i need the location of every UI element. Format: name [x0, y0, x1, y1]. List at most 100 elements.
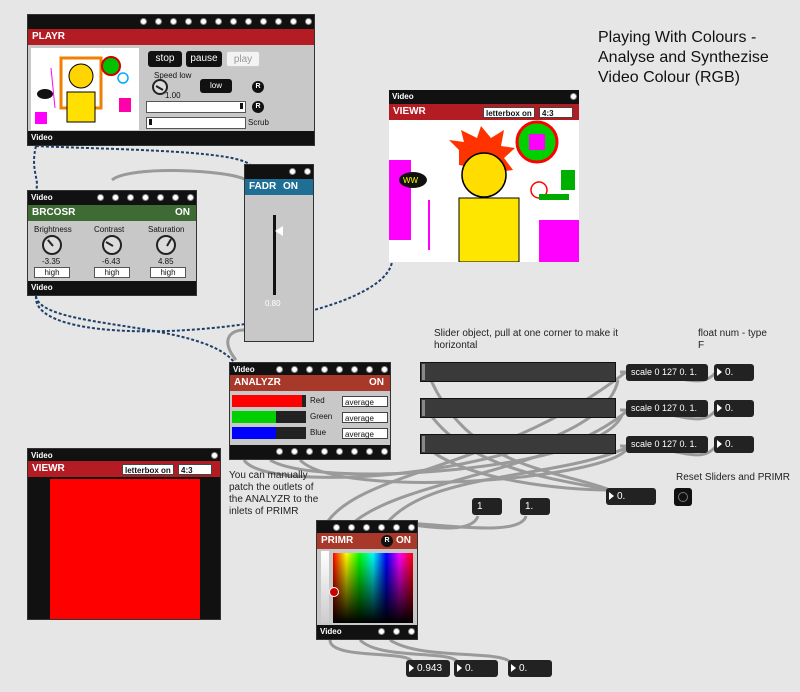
contrast-quality[interactable]: high: [94, 267, 130, 278]
contrast-knob[interactable]: [102, 235, 122, 255]
outlet-port[interactable]: [336, 448, 343, 455]
outlet-port[interactable]: [276, 448, 283, 455]
primr-reset-badge[interactable]: R: [381, 535, 393, 547]
saturation-quality[interactable]: high: [150, 267, 186, 278]
inlet-port[interactable]: [306, 366, 313, 373]
brightness-knob[interactable]: [42, 235, 62, 255]
inlet-port[interactable]: [291, 366, 298, 373]
inlet-port[interactable]: [290, 18, 297, 25]
analysis-mode-dropdown[interactable]: average: [342, 396, 388, 407]
inlet-port[interactable]: [333, 524, 340, 531]
brightness-value: -3.35: [42, 257, 61, 266]
stop-button[interactable]: stop: [148, 51, 182, 67]
inlet-port[interactable]: [366, 366, 373, 373]
scale-object[interactable]: scale 0 127 0. 1.: [626, 436, 708, 453]
brightness-strip[interactable]: [321, 551, 329, 623]
brightness-quality[interactable]: high: [34, 267, 70, 278]
reset-bang-button[interactable]: [674, 488, 692, 506]
fade-slider-thumb[interactable]: [275, 226, 283, 236]
inlet-port[interactable]: [185, 18, 192, 25]
inlet-port[interactable]: [336, 366, 343, 373]
inlet-port[interactable]: [155, 18, 162, 25]
inlet-port[interactable]: [112, 194, 119, 201]
float-number-box[interactable]: 0.943: [406, 660, 450, 677]
inlet-port[interactable]: [127, 194, 134, 201]
outlet-port[interactable]: [306, 448, 313, 455]
scale-object[interactable]: scale 0 127 0. 1.: [626, 400, 708, 417]
green-slider[interactable]: [420, 398, 616, 418]
inlet-port[interactable]: [260, 18, 267, 25]
float-number-box[interactable]: 0.: [714, 400, 754, 417]
color-picker[interactable]: [329, 553, 413, 623]
float-number-box[interactable]: 0.: [454, 660, 498, 677]
low-button[interactable]: low: [200, 79, 232, 93]
brcosr-on-toggle[interactable]: ON: [175, 205, 190, 221]
inlet-port[interactable]: [378, 524, 385, 531]
reset-slider-badge[interactable]: R: [252, 101, 264, 113]
primr-on-toggle[interactable]: ON: [396, 533, 411, 549]
inlet-port[interactable]: [348, 524, 355, 531]
video-inlet-label: Video: [233, 365, 255, 374]
video-outlet-bar: Video: [317, 625, 417, 639]
red-slider[interactable]: [420, 362, 616, 382]
inlet-port[interactable]: [289, 168, 296, 175]
outlet-port[interactable]: [408, 628, 415, 635]
inlet-port[interactable]: [215, 18, 222, 25]
inlet-port[interactable]: [97, 194, 104, 201]
inlet-port[interactable]: [363, 524, 370, 531]
inlet-port[interactable]: [230, 18, 237, 25]
inlet-port[interactable]: [275, 18, 282, 25]
outlet-port[interactable]: [366, 448, 373, 455]
pause-button[interactable]: pause: [186, 51, 222, 67]
message-box-1-float[interactable]: 1.: [520, 498, 550, 515]
scale-object[interactable]: scale 0 127 0. 1.: [626, 364, 708, 381]
float-value: 0.943: [417, 663, 443, 674]
analysis-mode-dropdown[interactable]: average: [342, 412, 388, 423]
inlet-port[interactable]: [381, 366, 388, 373]
float-number-box[interactable]: 0.: [508, 660, 552, 677]
inlet-port[interactable]: [187, 194, 194, 201]
brcosr-title-text: BRCOSR: [32, 207, 76, 218]
brightness-label: Brightness: [34, 225, 72, 234]
letterbox-dropdown[interactable]: letterbox on: [122, 464, 174, 475]
inlet-port[interactable]: [142, 194, 149, 201]
analyzr-on-toggle[interactable]: ON: [369, 375, 384, 391]
scrub-slider[interactable]: [146, 117, 246, 129]
fadr-on-toggle[interactable]: ON: [283, 181, 298, 192]
saturation-knob[interactable]: [156, 235, 176, 255]
inlet-port[interactable]: [211, 452, 218, 459]
inlet-port[interactable]: [140, 18, 147, 25]
outlet-port[interactable]: [381, 448, 388, 455]
reset-speed-badge[interactable]: R: [252, 81, 264, 93]
float-number-box[interactable]: 0.: [714, 364, 754, 381]
speed-slider[interactable]: [146, 101, 246, 113]
inlet-port[interactable]: [351, 366, 358, 373]
play-button[interactable]: play: [226, 51, 260, 67]
aspect-dropdown[interactable]: 4:3: [178, 464, 212, 475]
outlet-port[interactable]: [351, 448, 358, 455]
letterbox-dropdown[interactable]: letterbox on: [483, 107, 535, 118]
float-number-box[interactable]: 0.: [714, 436, 754, 453]
message-box-1[interactable]: 1: [472, 498, 502, 515]
inlet-port[interactable]: [157, 194, 164, 201]
fade-value: 0.80: [265, 299, 281, 308]
reset-float-box[interactable]: 0.: [606, 488, 656, 505]
inlet-port[interactable]: [570, 93, 577, 100]
inlet-port[interactable]: [321, 366, 328, 373]
inlet-port[interactable]: [393, 524, 400, 531]
outlet-port[interactable]: [321, 448, 328, 455]
inlet-port[interactable]: [305, 18, 312, 25]
inlet-port[interactable]: [276, 366, 283, 373]
inlet-port[interactable]: [245, 18, 252, 25]
aspect-dropdown[interactable]: 4:3: [539, 107, 573, 118]
outlet-port[interactable]: [291, 448, 298, 455]
inlet-port[interactable]: [170, 18, 177, 25]
inlet-port[interactable]: [408, 524, 415, 531]
inlet-port[interactable]: [304, 168, 311, 175]
inlet-port[interactable]: [200, 18, 207, 25]
outlet-port[interactable]: [393, 628, 400, 635]
outlet-port[interactable]: [378, 628, 385, 635]
inlet-port[interactable]: [172, 194, 179, 201]
analysis-mode-dropdown[interactable]: average: [342, 428, 388, 439]
blue-slider[interactable]: [420, 434, 616, 454]
